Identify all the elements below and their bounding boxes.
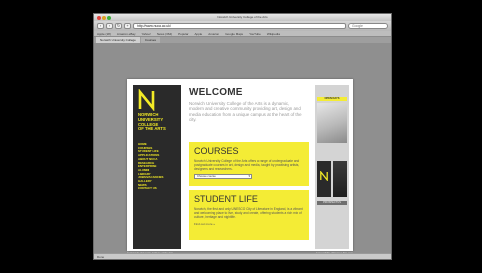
student-life-heading[interactable]: STUDENT LIFE	[194, 194, 304, 204]
sidebar: NORWICH UNIVERSITY COLLEGE OF THE ARTS H…	[133, 85, 181, 249]
page-viewport[interactable]: NORWICH UNIVERSITY COLLEGE OF THE ARTS H…	[94, 43, 391, 255]
student-photo[interactable]	[317, 103, 347, 143]
bookmark-item[interactable]: Amazon	[208, 31, 219, 36]
courses-heading[interactable]: COURSES	[194, 146, 304, 156]
prospectus-button[interactable]: PROSPECTUS	[317, 201, 347, 205]
window-titlebar[interactable]: Norwich University College of the Arts	[94, 14, 391, 21]
bookmark-item[interactable]: Wikipedia	[267, 31, 280, 36]
right-sidebar: OPEN DAYS PROSPECTUS	[315, 85, 349, 249]
welcome-heading: WELCOME	[189, 87, 243, 98]
nav-item-contact[interactable]: CONTACT US	[138, 187, 163, 191]
browser-toolbar: ‹ › ↻ + http://www.nuca.ac.uk/ Google	[94, 21, 391, 31]
chevron-down-icon: ▾	[248, 174, 250, 178]
nuca-logo-icon[interactable]	[138, 89, 156, 111]
prospectus-cover-right	[333, 161, 347, 197]
prospectus-covers[interactable]	[317, 161, 347, 197]
main-nav: HOME COURSES STUDENT LIFE APPLICATIONS A…	[138, 142, 163, 191]
nuca-logo-small-icon	[320, 171, 328, 181]
course-select[interactable]: Choose course ▾	[194, 174, 252, 179]
browser-window: Norwich University College of the Arts ‹…	[93, 13, 392, 260]
student-life-panel: STUDENT LIFE Norwich, the first and only…	[189, 190, 309, 240]
course-select-value: Choose course	[197, 174, 216, 178]
bookmark-item[interactable]: Google Maps	[225, 31, 243, 36]
bookmark-item[interactable]: Yahoo!	[142, 31, 151, 36]
student-life-more-link[interactable]: Find out more »	[194, 222, 304, 226]
courses-text: Norwich University College of the Arts o…	[194, 159, 300, 171]
reload-icon[interactable]: ↻	[115, 23, 122, 29]
bookmark-item[interactable]: Popular	[178, 31, 188, 36]
window-title: Norwich University College of the Arts	[217, 15, 268, 19]
courses-panel: COURSES Norwich University College of th…	[189, 142, 309, 186]
back-icon[interactable]: ‹	[97, 23, 104, 29]
bookmark-item[interactable]: News (364)	[157, 31, 172, 36]
status-bar: Done	[94, 253, 391, 259]
bookmark-item[interactable]: YouTube	[249, 31, 261, 36]
bookmark-item[interactable]: Apple	[195, 31, 203, 36]
college-name: NORWICH UNIVERSITY COLLEGE OF THE ARTS	[138, 112, 166, 132]
bookmark-item[interactable]: Amazon eBay	[117, 31, 136, 36]
bookmark-item[interactable]: Apple (18)	[97, 31, 111, 36]
web-page: NORWICH UNIVERSITY COLLEGE OF THE ARTS H…	[127, 79, 353, 251]
prospectus-cover-left	[317, 161, 331, 197]
forward-icon[interactable]: ›	[106, 23, 113, 29]
open-days-banner[interactable]: OPEN DAYS	[317, 97, 347, 101]
welcome-section: WELCOME Norwich University College of th…	[189, 85, 309, 123]
add-bookmark-icon[interactable]: +	[124, 23, 131, 29]
student-life-text: Norwich, the first and only UNESCO City …	[194, 207, 303, 219]
welcome-text: Norwich University College of the Arts i…	[189, 101, 302, 123]
right-sidebar-text	[317, 145, 347, 157]
search-field[interactable]: Google	[348, 23, 388, 29]
address-bar[interactable]: http://www.nuca.ac.uk/	[133, 23, 346, 29]
